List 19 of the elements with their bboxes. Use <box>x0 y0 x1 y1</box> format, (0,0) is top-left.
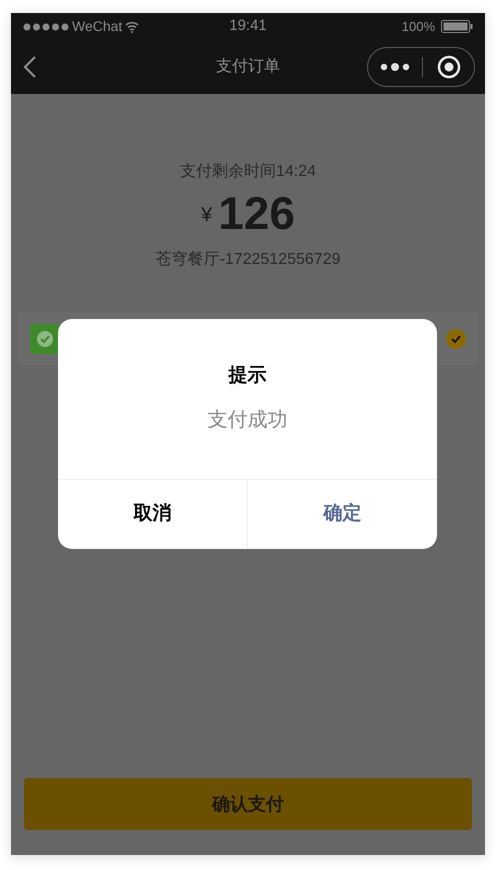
amount-text: 126 <box>218 190 295 236</box>
more-icon[interactable] <box>380 62 410 72</box>
battery-icon <box>441 20 474 33</box>
dialog-title: 提示 <box>228 364 266 388</box>
signal-icon <box>23 22 69 30</box>
back-icon[interactable] <box>23 55 37 79</box>
page-title: 支付订单 <box>216 56 280 77</box>
close-icon[interactable] <box>437 55 461 79</box>
merchant-order-text: 苍穹餐厅-1722512556729 <box>155 250 340 270</box>
cancel-button[interactable]: 取消 <box>58 480 247 549</box>
dialog-message: 支付成功 <box>208 408 288 432</box>
currency-symbol: ¥ <box>201 203 212 228</box>
wifi-icon <box>125 20 140 32</box>
clock-time: 19:41 <box>229 16 267 36</box>
wechat-pay-icon <box>30 324 60 354</box>
battery-percent: 100% <box>402 18 436 36</box>
carrier-name: WeChat <box>72 17 122 36</box>
confirm-button[interactable]: 确定 <box>247 480 437 549</box>
countdown-text: 支付剩余时间14:24 <box>180 162 316 182</box>
